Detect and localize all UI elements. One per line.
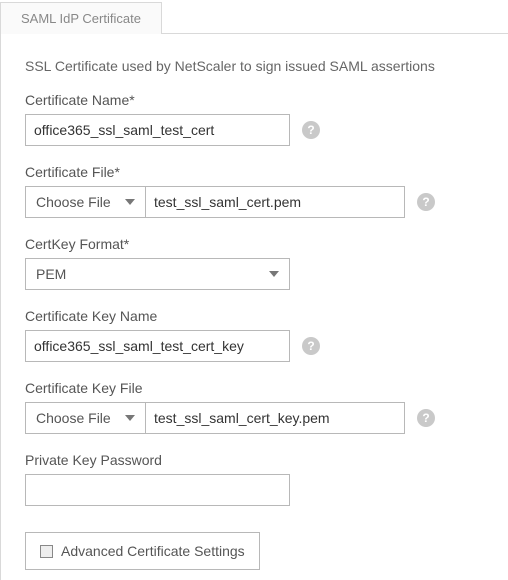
field-certificate-key-file: Certificate Key File Choose File ? (25, 380, 492, 434)
choose-file-certificate-key-button[interactable]: Choose File (25, 402, 145, 434)
chevron-down-icon (269, 271, 279, 277)
choose-file-certificate-button[interactable]: Choose File (25, 186, 145, 218)
panel: SSL Certificate used by NetScaler to sig… (0, 34, 508, 580)
field-private-key-password: Private Key Password (25, 452, 492, 506)
tab-label: SAML IdP Certificate (21, 11, 141, 26)
field-certificate-name: Certificate Name* ? (25, 92, 492, 146)
certificate-key-file-input[interactable] (145, 402, 405, 434)
help-icon[interactable]: ? (417, 193, 435, 211)
certificate-key-name-input[interactable] (25, 330, 290, 362)
label-certificate-file: Certificate File* (25, 164, 492, 180)
choose-file-label: Choose File (36, 194, 111, 210)
select-value: PEM (36, 266, 66, 282)
label-certificate-key-name: Certificate Key Name (25, 308, 492, 324)
chevron-down-icon (125, 199, 135, 205)
label-private-key-password: Private Key Password (25, 452, 492, 468)
checkbox-icon (40, 545, 53, 558)
help-icon[interactable]: ? (302, 337, 320, 355)
advanced-label: Advanced Certificate Settings (61, 543, 245, 559)
certificate-file-input[interactable] (145, 186, 405, 218)
certkey-format-select[interactable]: PEM (25, 258, 290, 290)
certificate-name-input[interactable] (25, 114, 290, 146)
field-certificate-file: Certificate File* Choose File ? (25, 164, 492, 218)
private-key-password-input[interactable] (25, 474, 290, 506)
advanced-certificate-settings-toggle[interactable]: Advanced Certificate Settings (25, 532, 260, 570)
chevron-down-icon (125, 415, 135, 421)
label-certificate-name: Certificate Name* (25, 92, 492, 108)
field-certificate-key-name: Certificate Key Name ? (25, 308, 492, 362)
help-icon[interactable]: ? (417, 409, 435, 427)
label-certkey-format: CertKey Format* (25, 236, 492, 252)
choose-file-label: Choose File (36, 410, 111, 426)
field-certkey-format: CertKey Format* PEM (25, 236, 492, 290)
panel-description: SSL Certificate used by NetScaler to sig… (25, 58, 492, 74)
tab-filler (162, 2, 508, 34)
tab-saml-idp-certificate[interactable]: SAML IdP Certificate (0, 2, 162, 34)
label-certificate-key-file: Certificate Key File (25, 380, 492, 396)
tab-row: SAML IdP Certificate (0, 0, 508, 34)
help-icon[interactable]: ? (302, 121, 320, 139)
